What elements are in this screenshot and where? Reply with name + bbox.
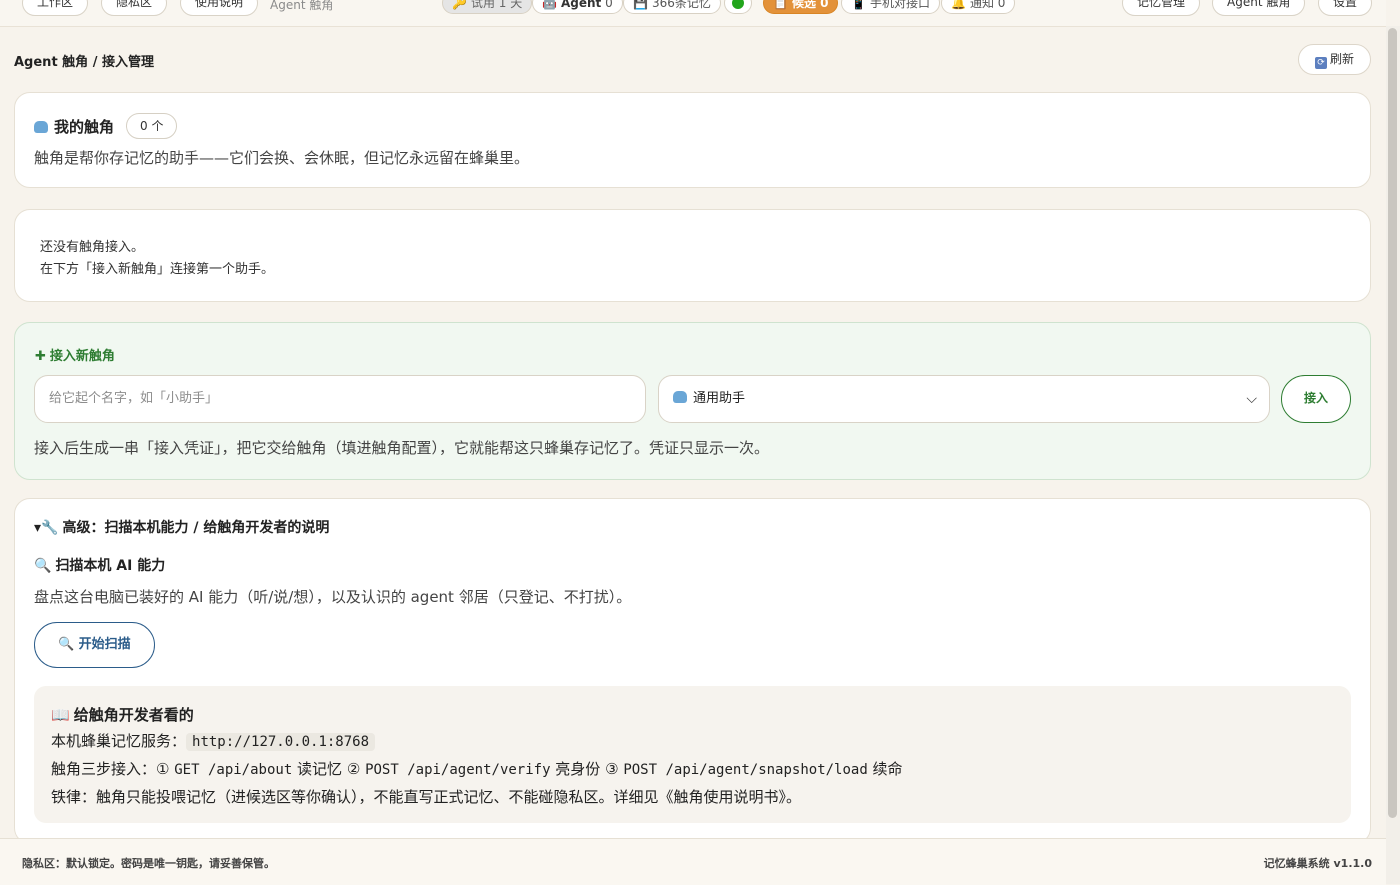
step3-endpoint: POST /api/agent/snapshot/load: [623, 762, 868, 778]
bell-icon: 🔔: [951, 0, 966, 10]
nav-agent-button[interactable]: Agent 触角: [1212, 0, 1306, 16]
scrollbar-thumb[interactable]: [1388, 28, 1397, 818]
top-nav-bar: 工作区 隐私区 使用说明 Agent 触角 🔑 试用 1 天 🤖 Agent 0 💾…: [0, 0, 1386, 27]
tentacle-type-select[interactable]: 通用助手 ⌵: [658, 375, 1270, 423]
magnifier-icon: 🔍: [58, 637, 75, 652]
plus-icon: ✚: [35, 349, 46, 364]
step1-endpoint: GET /api/about: [174, 762, 293, 778]
my-tentacles-description: 触角是帮你存记忆的助手——它们会换、会休眠，但记忆永远留在蜂巢里。: [34, 149, 530, 167]
empty-state-line-1: 还没有触角接入。: [40, 240, 145, 255]
step2-endpoint: POST /api/agent/verify: [365, 762, 551, 778]
notification-pill[interactable]: 🔔 通知 0: [941, 0, 1016, 14]
service-address-line: 本机蜂巢记忆服务： http://127.0.0.1:8768: [51, 730, 376, 751]
green-status-icon: [732, 0, 744, 9]
tentacle-count-badge: 0 个: [126, 113, 178, 139]
advanced-summary-toggle[interactable]: ▾🔧 高级：扫描本机能力 / 给触角开发者的说明: [34, 517, 329, 537]
phone-icon: 📱: [851, 0, 866, 10]
tentacle-name-input[interactable]: 给它起个名字，如「小助手」: [34, 375, 646, 423]
memory-count-pill[interactable]: 💾 366条记忆: [623, 0, 721, 14]
start-scan-button[interactable]: 🔍 开始扫描: [34, 622, 155, 668]
key-icon: 🔑: [452, 0, 467, 10]
developer-info-title: 📖 给触角开发者看的: [51, 706, 194, 724]
robot-icon: [34, 121, 48, 133]
empty-state-card: [14, 209, 1371, 302]
book-icon: 📖: [51, 706, 70, 724]
robot-icon: [673, 391, 687, 403]
connect-button[interactable]: 接入: [1281, 375, 1351, 423]
nav-workspace-button[interactable]: 工作区: [22, 0, 89, 16]
trial-pill[interactable]: 🔑 试用 1 天: [442, 0, 533, 14]
footer: 隐私区：默认锁定。密码是唯一钥匙，请妥善保管。 记忆蜂巢系统 v1.1.0: [0, 838, 1386, 885]
save-disk-icon: 💾: [633, 0, 648, 10]
nav-memory-manage-button[interactable]: 记忆管理: [1122, 0, 1201, 16]
add-tentacle-note: 接入后生成一串「接入凭证」，把它交给触角（填进触角配置），它就能帮这只蜂巢存记忆…: [34, 439, 770, 457]
current-page-label: Agent 触角: [270, 0, 334, 12]
refresh-button[interactable]: ⟳ 刷新: [1298, 44, 1371, 75]
scan-section-title: 🔍 扫描本机 AI 能力: [34, 558, 166, 574]
mobile-interface-pill[interactable]: 📱 手机对接口: [841, 0, 940, 14]
online-status-pill[interactable]: [724, 0, 752, 14]
nav-settings-button[interactable]: 设置: [1318, 0, 1373, 16]
my-tentacles-title: 我的触角: [34, 116, 114, 137]
scan-description: 盘点这台电脑已装好的 AI 能力（听/说/想），以及认识的 agent 邻居（只…: [34, 588, 632, 606]
candidate-pill[interactable]: 📋 候选 0: [763, 0, 839, 14]
wrench-icon: 🔧: [41, 520, 59, 536]
breadcrumb: Agent 触角 / 接入管理: [14, 55, 154, 70]
refresh-icon: ⟳: [1314, 57, 1327, 69]
robot-icon: 🤖: [542, 0, 557, 10]
service-url[interactable]: http://127.0.0.1:8768: [186, 733, 376, 751]
three-steps-line: 触角三步接入：① GET /api/about 读记忆 ② POST /api/…: [51, 760, 903, 778]
disclosure-triangle-icon: ▾: [34, 520, 42, 536]
iron-rule-line: 铁律：触角只能投喂记忆（进候选区等你确认），不能直写正式记忆、不能碰隐私区。详细…: [51, 788, 802, 806]
footer-version: 记忆蜂巢系统 v1.1.0: [1263, 857, 1372, 870]
my-tentacles-card: [14, 92, 1371, 188]
empty-state-line-2: 在下方「接入新触角」连接第一个助手。: [40, 262, 275, 277]
agent-count-pill[interactable]: 🤖 Agent 0: [532, 0, 623, 14]
clipboard-icon: 📋: [773, 0, 788, 10]
nav-guide-button[interactable]: 使用说明: [180, 0, 259, 16]
chevron-down-icon: ⌵: [1246, 391, 1257, 407]
add-tentacle-title: ✚ 接入新触角: [35, 349, 115, 364]
footer-privacy-note: 隐私区：默认锁定。密码是唯一钥匙，请妥善保管。: [22, 857, 275, 870]
magnifier-icon: 🔍: [34, 558, 52, 574]
nav-privacy-button[interactable]: 隐私区: [101, 0, 168, 16]
